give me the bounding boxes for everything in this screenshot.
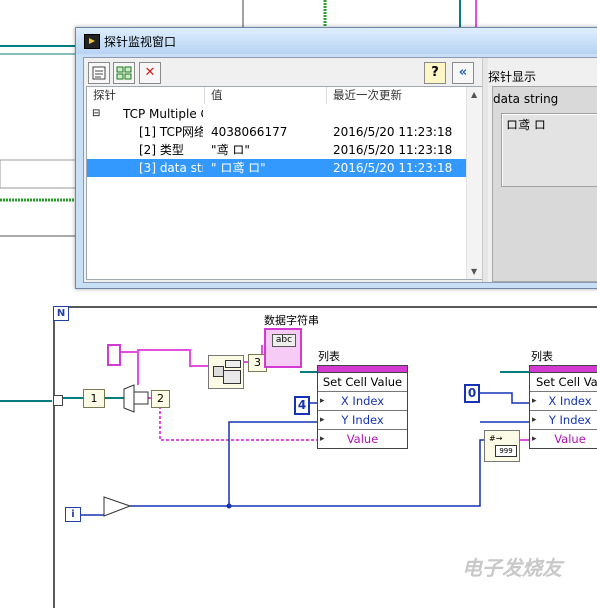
- set-cell-value-method[interactable]: Set Cell Value: [318, 373, 407, 392]
- list-label-1: 列表: [318, 350, 340, 363]
- index-constant-1[interactable]: 1: [83, 389, 105, 408]
- convert-subvi-icon[interactable]: [208, 355, 244, 389]
- title-bar[interactable]: 探针监视窗口: [76, 28, 597, 54]
- probe-client-area: ✕ ? « 探针 值 最近一次更新 ⊟ TCP Multiple C [1] T…: [83, 57, 597, 283]
- tree-row[interactable]: [2] 类型 "鸢 ロ" 2016/5/20 11:23:18: [87, 141, 467, 159]
- tree-row[interactable]: [1] TCP网络 4038066177 2016/5/20 11:23:18: [87, 123, 467, 141]
- scroll-down-icon[interactable]: ▼: [471, 267, 477, 276]
- number-to-string-icon[interactable]: #→ 999: [484, 430, 520, 462]
- probe-updated: 2016/5/20 11:23:18: [333, 161, 453, 175]
- tree-root-row[interactable]: ⊟ TCP Multiple C: [87, 105, 467, 123]
- x-index-param-2[interactable]: X Index: [548, 394, 591, 408]
- probe-watch-window[interactable]: 探针监视窗口 ✕ ? « 探针 值 最近一次更新 ⊟ TCP Multiple …: [75, 27, 597, 289]
- collapse-toggle-icon[interactable]: ⊟: [92, 105, 100, 123]
- probe-value: " ロ鸢 ロ": [211, 161, 266, 175]
- display-string-value[interactable]: ロ鸢 ロ: [501, 113, 597, 187]
- tree-row-selected[interactable]: [3] data str " ロ鸢 ロ" 2016/5/20 11:23:18: [87, 159, 467, 177]
- loop-count-terminal[interactable]: N: [53, 306, 69, 321]
- column-header-value[interactable]: 值: [205, 87, 327, 104]
- string-constant[interactable]: [107, 344, 121, 366]
- collapse-icon[interactable]: «: [452, 62, 474, 84]
- index-constant-2[interactable]: 2: [151, 390, 170, 408]
- probe-display-label: 探针显示: [488, 70, 537, 84]
- watermark-logo: 电子发烧友: [462, 552, 562, 581]
- zero-constant[interactable]: 0: [464, 384, 480, 403]
- list-label-2: 列表: [531, 350, 553, 363]
- probe-updated: 2016/5/20 11:23:18: [333, 125, 453, 139]
- probe-updated: 2016/5/20 11:23:18: [333, 143, 453, 157]
- help-icon[interactable]: ?: [424, 62, 446, 84]
- probe-name: [2] 类型: [139, 143, 184, 157]
- labview-app-icon: [84, 34, 100, 49]
- value-param-2[interactable]: Value: [554, 432, 586, 446]
- probe-display-panel: data string ロ鸢 ロ: [492, 86, 597, 282]
- y-index-param-2[interactable]: Y Index: [549, 413, 591, 427]
- value-param[interactable]: Value: [347, 432, 379, 446]
- root-name: TCP Multiple C: [123, 107, 203, 121]
- y-index-param[interactable]: Y Index: [341, 413, 383, 427]
- property-node-1[interactable]: Set Cell Value ▸ X Index ▸ Y Index ▸ Value: [317, 365, 408, 449]
- column-header-updated[interactable]: 最近一次更新: [327, 87, 467, 104]
- probe-tree[interactable]: 探针 值 最近一次更新 ⊟ TCP Multiple C [1] TCP网络 4…: [86, 86, 483, 280]
- probe-name: [1] TCP网络: [139, 125, 203, 139]
- new-probe-icon[interactable]: [88, 62, 110, 84]
- probe-name: [3] data str: [139, 161, 203, 175]
- x-index-constant[interactable]: 4: [294, 396, 310, 415]
- probe-value: 4038066177: [211, 125, 288, 139]
- probe-value: "鸢 ロ": [211, 143, 250, 157]
- string-indicator[interactable]: abc: [264, 328, 302, 368]
- set-cell-value-method-2[interactable]: Set Cell Va: [530, 373, 597, 392]
- add-probe-icon[interactable]: [113, 62, 135, 84]
- data-string-label: 数据字符串: [264, 314, 319, 327]
- column-header-probe[interactable]: 探针: [87, 87, 205, 104]
- tree-scrollbar[interactable]: ▲ ▼: [466, 87, 482, 279]
- tunnel: [53, 395, 63, 406]
- probe-display-pane: 探针显示 data string ロ鸢 ロ: [488, 58, 597, 282]
- property-node-2[interactable]: Set Cell Va ▸ X Index ▸ Y Index ▸ Value: [529, 365, 597, 449]
- string-indicator-text: abc: [272, 334, 296, 347]
- display-string-title: data string: [493, 92, 559, 106]
- delete-probe-icon[interactable]: ✕: [139, 62, 161, 84]
- window-title: 探针监视窗口: [104, 35, 177, 49]
- scroll-up-icon[interactable]: ▲: [471, 90, 477, 99]
- x-index-param[interactable]: X Index: [341, 394, 384, 408]
- watermark-text: 电子发烧友: [462, 556, 562, 580]
- iteration-terminal[interactable]: i: [65, 507, 81, 522]
